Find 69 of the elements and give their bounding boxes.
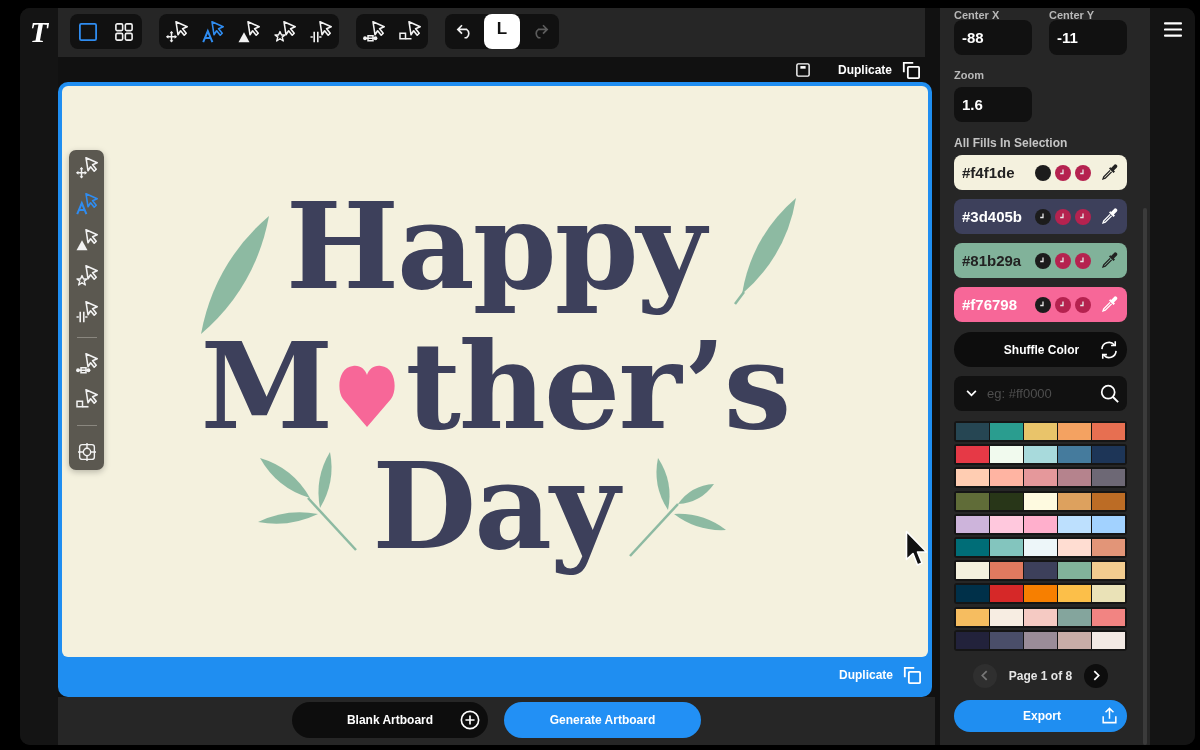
chevron-down-icon[interactable] bbox=[966, 390, 977, 397]
section-title: All Fills In Selection bbox=[954, 137, 1069, 149]
star-cursor-icon[interactable] bbox=[274, 20, 296, 43]
palette-row[interactable] bbox=[954, 629, 1127, 651]
toggle-button[interactable]: L bbox=[484, 14, 520, 49]
square-icon[interactable] bbox=[79, 22, 97, 41]
nodes-cursor-icon[interactable] bbox=[75, 353, 98, 375]
duplicate-button[interactable]: Duplicate bbox=[838, 60, 920, 79]
search-bar[interactable]: eg: #ff0000 bbox=[954, 376, 1127, 411]
nodes-cursor-icon[interactable] bbox=[363, 20, 385, 43]
undo-icon[interactable] bbox=[455, 24, 473, 39]
fill-chip[interactable]: #3d405b bbox=[954, 199, 1127, 234]
blank-artboard-button[interactable]: Blank Artboard bbox=[292, 702, 488, 738]
hex-code: #3d405b bbox=[962, 207, 1024, 226]
box-icon[interactable] bbox=[796, 62, 810, 77]
text-cursor-icon[interactable] bbox=[202, 20, 224, 43]
hex-code: #f76798 bbox=[962, 295, 1019, 314]
page-indicator: Page 1 of 8 bbox=[1008, 668, 1073, 683]
move-cursor-icon[interactable] bbox=[75, 157, 98, 179]
eyedropper-icon[interactable] bbox=[1100, 251, 1118, 270]
copy-icon bbox=[902, 60, 920, 79]
lettering: ther’s bbox=[405, 316, 790, 456]
chevron-right-icon bbox=[1092, 670, 1100, 682]
zoom-field[interactable]: 1.6 bbox=[954, 87, 1032, 122]
hex-code: #f4f1de bbox=[962, 163, 1016, 182]
field-label: Center Y bbox=[1049, 10, 1096, 20]
hex-search-field[interactable]: eg: #ff0000 bbox=[987, 382, 1090, 405]
palette-row[interactable] bbox=[954, 513, 1127, 535]
node-cursor-icon[interactable] bbox=[399, 20, 421, 43]
star-cursor-icon[interactable] bbox=[75, 265, 98, 287]
plus-circle-icon bbox=[460, 710, 480, 730]
palette-row[interactable] bbox=[954, 444, 1127, 466]
menu-icon[interactable] bbox=[1163, 22, 1182, 37]
target-icon[interactable] bbox=[77, 443, 96, 461]
field-label: Zoom bbox=[954, 69, 985, 81]
search-icon[interactable] bbox=[1100, 384, 1119, 403]
palette-row[interactable] bbox=[954, 421, 1127, 442]
copy-icon bbox=[903, 666, 921, 684]
split-cursor-icon[interactable] bbox=[310, 20, 332, 43]
fill-chip[interactable]: #81b29a bbox=[954, 243, 1127, 278]
hex-code: #81b29a bbox=[962, 251, 1023, 270]
fill-chip[interactable]: #f4f1de bbox=[954, 155, 1127, 190]
mouse-pointer-icon bbox=[905, 530, 928, 567]
move-cursor-icon[interactable] bbox=[166, 20, 188, 43]
center-y-field[interactable]: -11 bbox=[1049, 20, 1127, 55]
lettering: M bbox=[200, 316, 332, 456]
upload-icon bbox=[1100, 706, 1119, 726]
shuffle-color-button[interactable]: Shuffle Color bbox=[954, 332, 1127, 367]
palette-row[interactable] bbox=[954, 606, 1127, 628]
palette-row[interactable] bbox=[954, 583, 1127, 605]
artboard[interactable]: Happy M ther’s Day Duplicate bbox=[58, 82, 932, 697]
logo: T bbox=[29, 16, 49, 48]
chevron-left-icon bbox=[981, 670, 989, 682]
eyedropper-icon[interactable] bbox=[1100, 163, 1118, 182]
refresh-icon bbox=[1099, 339, 1119, 360]
palette-row[interactable] bbox=[954, 536, 1127, 558]
eyedropper-icon[interactable] bbox=[1100, 207, 1118, 226]
node-cursor-icon[interactable] bbox=[75, 389, 98, 411]
split-cursor-icon[interactable] bbox=[75, 301, 98, 323]
heart-icon bbox=[337, 363, 398, 427]
triangle-cursor-icon[interactable] bbox=[75, 229, 98, 251]
palette-row[interactable] bbox=[954, 467, 1127, 489]
triangle-cursor-icon[interactable] bbox=[238, 20, 260, 43]
grid-icon[interactable] bbox=[115, 22, 133, 41]
field-label: Center X bbox=[954, 10, 1001, 20]
center-x-field[interactable]: -88 bbox=[954, 20, 1032, 55]
palette-row[interactable] bbox=[954, 490, 1127, 512]
next-page-button[interactable] bbox=[1084, 663, 1109, 688]
palette-row[interactable] bbox=[954, 560, 1127, 582]
